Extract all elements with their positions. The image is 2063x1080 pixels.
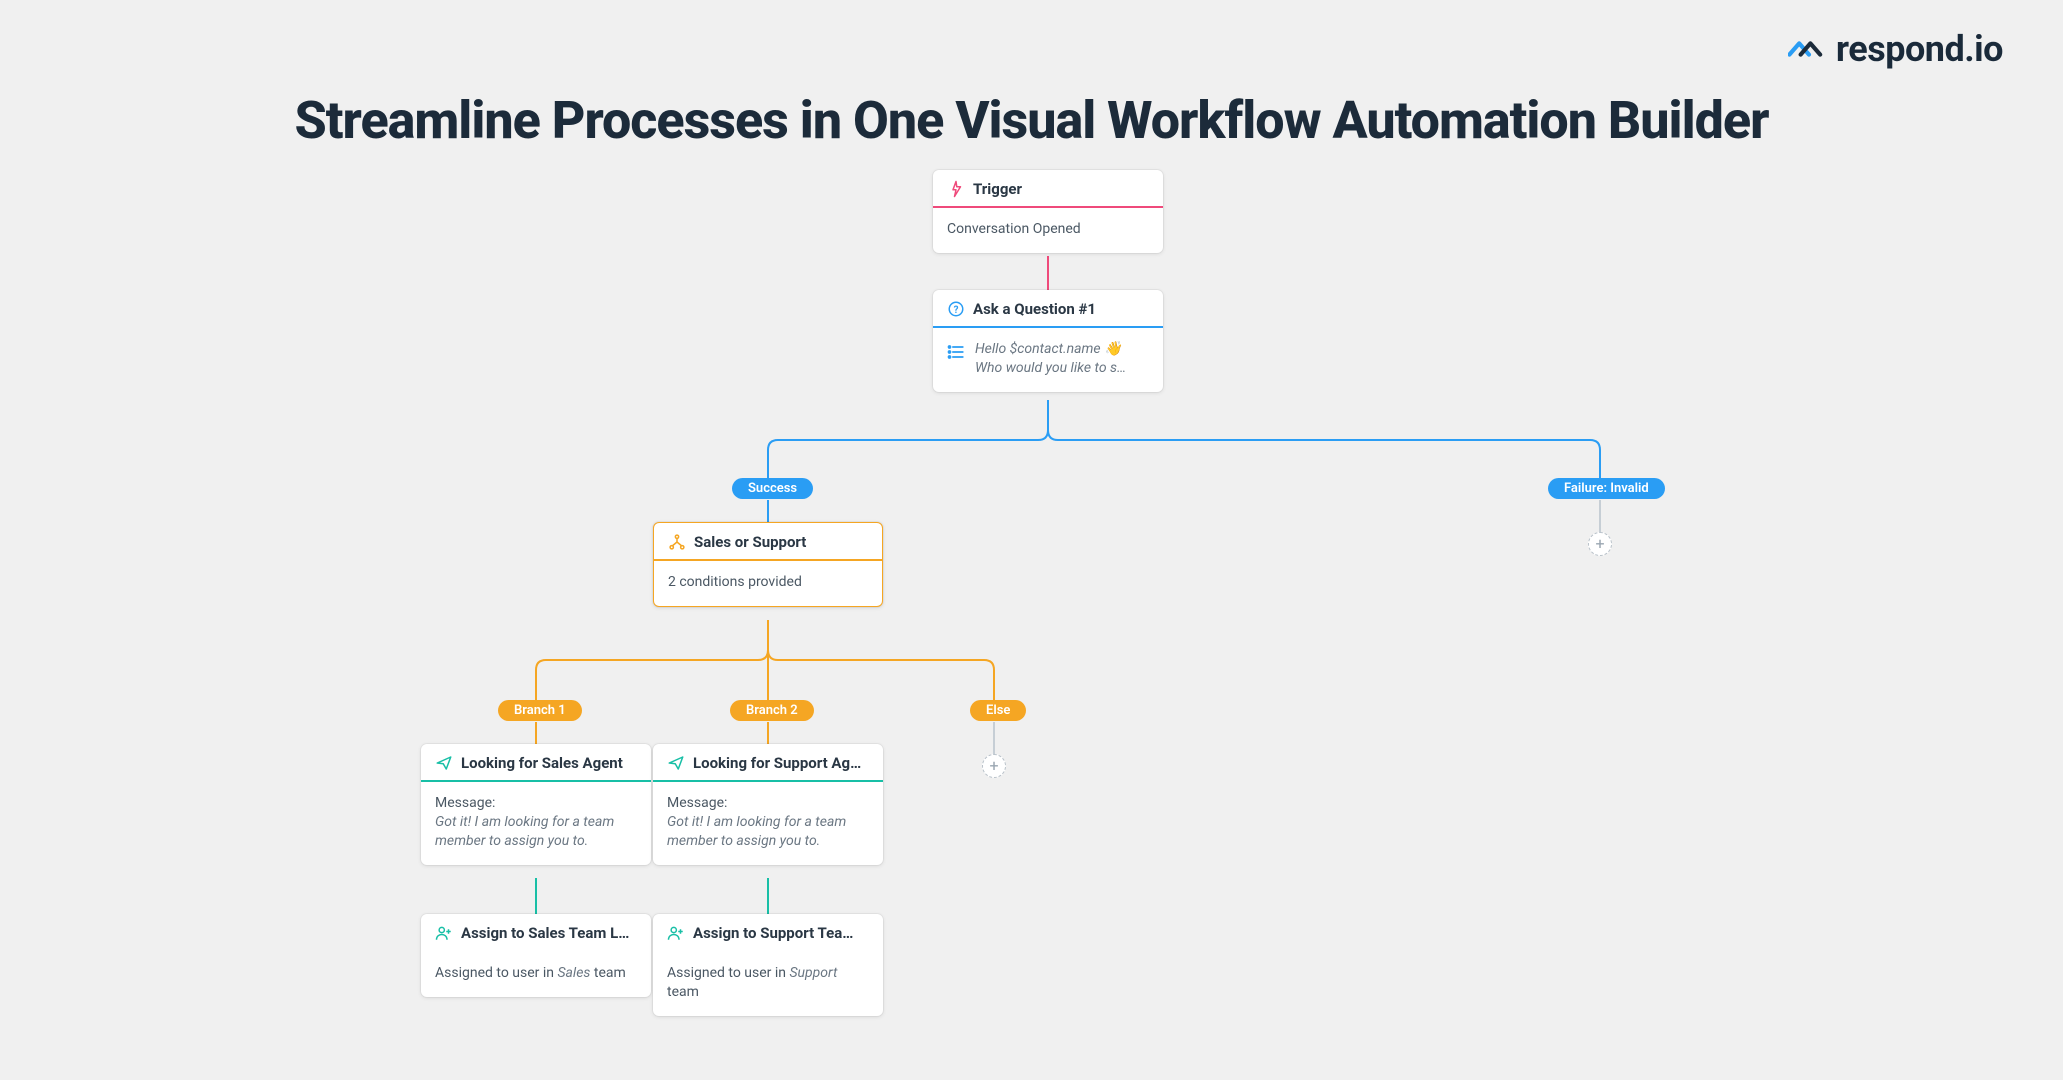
node-ask-title: Ask a Question #1 (973, 300, 1096, 318)
add-step-button-failure[interactable]: + (1588, 532, 1612, 556)
brand-name: respond.io (1836, 28, 2003, 70)
msg-sales-body: Got it! I am looking for a team member t… (435, 813, 637, 851)
send-icon (435, 754, 453, 772)
brand-mark-icon (1788, 36, 1830, 62)
assign-support-body: Assigned to user in Support team (653, 952, 883, 1016)
node-trigger[interactable]: Trigger Conversation Opened (933, 170, 1163, 253)
svg-text:?: ? (954, 305, 959, 316)
node-assign-support[interactable]: Assign to Support Team… Assigned to user… (653, 914, 883, 1016)
send-icon (667, 754, 685, 772)
list-icon (947, 342, 967, 368)
pill-else[interactable]: Else (970, 700, 1026, 721)
node-assign-support-title: Assign to Support Team… (693, 924, 863, 942)
question-icon: ? (947, 300, 965, 318)
node-msg-support[interactable]: Looking for Support Age… Message: Got it… (653, 744, 883, 865)
add-step-button-else[interactable]: + (982, 754, 1006, 778)
node-trigger-title: Trigger (973, 180, 1022, 198)
node-assign-sales[interactable]: Assign to Sales Team Le… Assigned to use… (421, 914, 651, 997)
assign-user-icon (435, 924, 453, 942)
node-trigger-body: Conversation Opened (933, 208, 1163, 253)
node-branch-title: Sales or Support (694, 533, 806, 551)
pill-success[interactable]: Success (732, 478, 813, 499)
node-ask-question[interactable]: ? Ask a Question #1 Hello $contact.name … (933, 290, 1163, 392)
pill-failure[interactable]: Failure: Invalid (1548, 478, 1665, 499)
assign-sales-body: Assigned to user in Sales team (421, 952, 651, 997)
node-msg-support-title: Looking for Support Age… (693, 754, 863, 772)
node-assign-sales-title: Assign to Sales Team Le… (461, 924, 631, 942)
node-msg-sales-title: Looking for Sales Agent (461, 754, 623, 772)
brand-logo: respond.io (1788, 28, 2003, 70)
msg-support-body: Got it! I am looking for a team member t… (667, 813, 869, 851)
page-title: Streamline Processes in One Visual Workf… (0, 90, 2063, 151)
ask-line-1: Hello $contact.name 👋 (975, 340, 1126, 359)
assign-user-icon (667, 924, 685, 942)
msg-support-label: Message: (667, 794, 869, 813)
pill-branch-2[interactable]: Branch 2 (730, 700, 814, 721)
trigger-icon (947, 180, 965, 198)
ask-line-2: Who would you like to s… (975, 359, 1126, 378)
workflow-canvas: Trigger Conversation Opened ? Ask a Ques… (0, 160, 2063, 1080)
node-branch-body: 2 conditions provided (654, 561, 882, 606)
node-msg-sales[interactable]: Looking for Sales Agent Message: Got it!… (421, 744, 651, 865)
node-branch[interactable]: Sales or Support 2 conditions provided (653, 522, 883, 607)
pill-branch-1[interactable]: Branch 1 (498, 700, 582, 721)
msg-sales-label: Message: (435, 794, 637, 813)
branch-icon (668, 533, 686, 551)
